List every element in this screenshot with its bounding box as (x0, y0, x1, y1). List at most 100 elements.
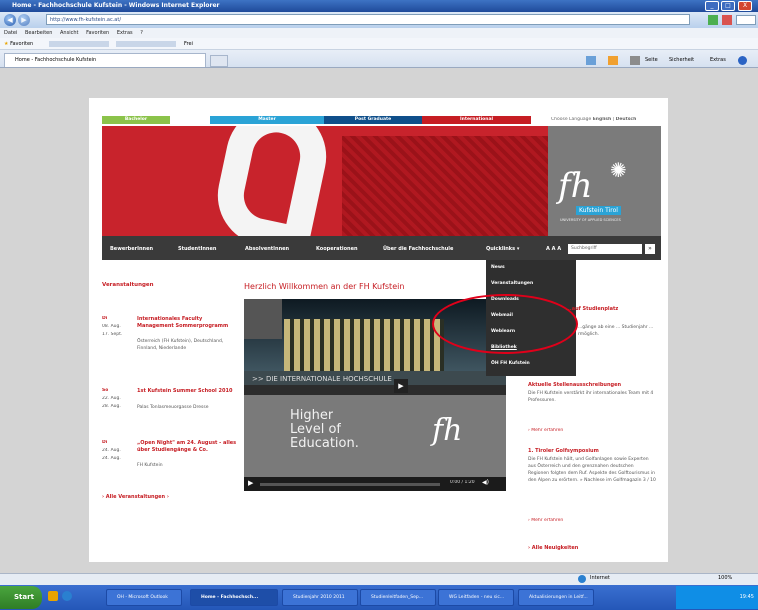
favorites-bar: ★ Favoriten Frei (0, 38, 758, 50)
menu-bearbeiten[interactable]: Bearbeiten (25, 30, 52, 36)
volume-icon[interactable]: ◀) (482, 479, 489, 486)
favorite-link-1[interactable] (48, 40, 109, 47)
nav-master[interactable]: Master (210, 116, 324, 124)
language-switcher: Choose Language English | Deutsch (551, 117, 636, 122)
refresh-icon[interactable] (708, 15, 718, 25)
stop-icon[interactable] (722, 15, 732, 25)
menu-favoriten[interactable]: Favoriten (86, 30, 109, 36)
lang-deutsch-link[interactable]: Deutsch (616, 117, 637, 122)
task-aktualisierungen[interactable]: Aktualisierungen in Leitf... (518, 589, 594, 606)
favorites-label[interactable]: Favoriten (10, 41, 33, 47)
menu-bar: Datei Bearbeiten Ansicht Favoriten Extra… (0, 28, 758, 38)
all-news-link[interactable]: › Alle Neuigkeiten (528, 545, 578, 551)
new-tab-button[interactable] (210, 55, 228, 67)
event-3-title[interactable]: „Open Night" am 24. August - alles über … (137, 440, 237, 454)
minimize-button[interactable]: _ (705, 1, 719, 11)
all-events-link[interactable]: › Alle Veranstaltungen › (102, 494, 169, 500)
event-1-day: Di (102, 316, 108, 321)
video-progress-bar[interactable] (260, 483, 440, 486)
language-label: Choose Language (551, 117, 592, 122)
nav-international[interactable]: International (422, 116, 531, 124)
logo-panel: fh ✺ Kufstein Tirol UNIVERSITY OF APPLIE… (548, 126, 661, 236)
event-2-date-end: 28. Aug. (102, 404, 121, 409)
task-home-fh[interactable]: Home - Fachhochsch... (190, 589, 278, 606)
toolbar-sicherheit[interactable]: Sicherheit (669, 57, 694, 63)
toolbar-extras[interactable]: Extras (710, 57, 726, 63)
event-2-day: So (102, 388, 109, 393)
video-logo-fh: fh (432, 413, 463, 448)
quicklink-oeh[interactable]: ÖH FH Kufstein (491, 361, 571, 366)
nav-post-graduate[interactable]: Post Graduate (324, 116, 422, 124)
news-2-more[interactable]: › Mehr erfahren (528, 428, 563, 433)
status-zone: Internet (590, 575, 610, 581)
window-title: Home - Fachhochschule Kufstein - Windows… (12, 2, 220, 9)
quicklaunch-outlook-icon[interactable] (48, 591, 58, 601)
forward-arrow-icon[interactable]: ▶ (18, 14, 30, 26)
nav-ueber-fh[interactable]: Über die Fachhochschule (383, 246, 453, 252)
menu-ansicht[interactable]: Ansicht (60, 30, 78, 36)
nav-quicklinks[interactable]: Quicklinks ▾ (486, 246, 519, 252)
news-2-title[interactable]: Aktuelle Stellenausschreibungen (528, 382, 621, 388)
live-search-box[interactable] (736, 15, 756, 25)
nav-kooperationen[interactable]: Kooperationen (316, 246, 358, 252)
video-line-2: Level of (290, 423, 341, 437)
event-2-date-start: 22. Aug. (102, 396, 121, 401)
event-2-title[interactable]: 1st Kufstein Summer School 2010 (137, 388, 237, 395)
maximize-button[interactable]: □ (721, 1, 735, 11)
play-icon[interactable]: ▶ (394, 379, 408, 393)
hero-image (102, 126, 553, 236)
event-1-date-end: 17. Sept. (102, 332, 123, 337)
lang-english-link[interactable]: English (593, 117, 611, 122)
logo-fh: fh (558, 166, 593, 206)
quicklaunch-ie-icon[interactable] (62, 591, 72, 601)
nav-bachelor[interactable]: Bachelor (102, 116, 170, 124)
toolbar-seite[interactable]: Seite (645, 57, 658, 63)
menu-datei[interactable]: Datei (4, 30, 17, 36)
video-time: 0:00 / 1:20 (450, 480, 475, 485)
nav-studentinnen[interactable]: StudentInnen (178, 246, 216, 252)
back-arrow-icon[interactable]: ◀ (4, 14, 16, 26)
system-tray: 19:45 (676, 586, 758, 609)
favorites-star-icon[interactable]: ★ (4, 41, 8, 47)
favorite-frei[interactable]: Frei (184, 41, 193, 47)
url-input[interactable]: http://www.fh-kufstein.ac.at/ (46, 14, 690, 25)
news-2-text: Die FH Kufstein verstärkt ihr internatio… (528, 391, 654, 403)
status-zoom[interactable]: 100% (718, 575, 732, 581)
event-3-day: Di (102, 440, 108, 445)
quicklink-news[interactable]: News (491, 265, 571, 270)
start-button[interactable]: Start (0, 586, 42, 609)
menu-extras[interactable]: Extras (117, 30, 133, 36)
task-outlook[interactable]: OH - Microsoft Outlook (106, 589, 182, 606)
font-size-controls[interactable]: A A A (546, 246, 561, 252)
nav-absolventinnen[interactable]: AbsolventInnen (245, 246, 289, 252)
video-play-button-icon[interactable]: ▶ (248, 479, 253, 487)
annotation-ellipse (432, 294, 578, 354)
news-1-title[interactable]: ...auf Studienplatz (566, 306, 618, 312)
window-title-bar: Home - Fachhochschule Kufstein - Windows… (0, 0, 758, 12)
logo-sun-icon: ✺ (610, 158, 627, 182)
print-icon[interactable] (630, 56, 640, 65)
task-studienleitfaden[interactable]: Studienleitfaden_Sep... (360, 589, 436, 606)
tab-title: Home - Fachhochschule Kufstein (15, 57, 97, 63)
news-3-more[interactable]: › Mehr erfahren (528, 518, 563, 523)
quicklink-veranstaltungen[interactable]: Veranstaltungen (491, 281, 571, 286)
menu-help[interactable]: ? (140, 30, 143, 36)
site-search-button[interactable]: » (645, 244, 655, 254)
events-heading: Veranstaltungen (102, 282, 154, 288)
browser-tab[interactable]: Home - Fachhochschule Kufstein (4, 53, 206, 67)
internet-globe-icon (578, 575, 586, 583)
task-studienjahr[interactable]: Studienjahr 2010 2011 (282, 589, 358, 606)
news-3-title[interactable]: 1. Tiroler Golfsymposium (528, 448, 599, 454)
quicklinks-label: Quicklinks (486, 246, 516, 252)
task-wg-leitfaden[interactable]: WG Leitfaden - neu sic... (438, 589, 514, 606)
favorite-link-2[interactable] (116, 40, 177, 47)
video-line-1: Higher (290, 409, 334, 423)
home-icon[interactable] (586, 56, 596, 65)
help-icon[interactable] (738, 56, 747, 65)
feed-icon[interactable] (608, 56, 618, 65)
event-1-title[interactable]: Internationales Faculty Management Somme… (137, 316, 237, 330)
video-building (284, 319, 444, 371)
close-button[interactable]: X (738, 1, 752, 11)
nav-bewerberinnen[interactable]: BewerberInnen (110, 246, 153, 252)
site-search-input[interactable]: Suchbegriff (568, 244, 642, 254)
